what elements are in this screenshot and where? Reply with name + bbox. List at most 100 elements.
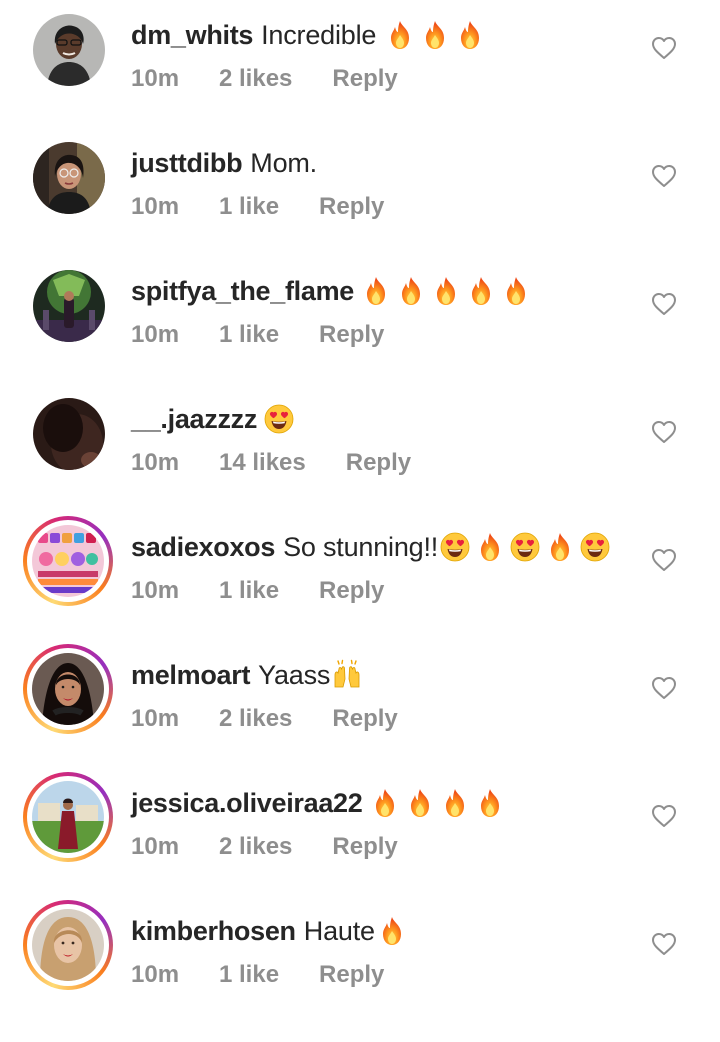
like-heart-icon[interactable] xyxy=(651,164,677,188)
avatar-story-ring[interactable] xyxy=(23,644,113,734)
fire-emoji xyxy=(439,787,471,819)
comment-row: sadiexoxos So stunning!! 10m 1 like Reply xyxy=(0,516,720,658)
avatar[interactable] xyxy=(33,398,105,470)
comment-username[interactable]: __.jaazzzz xyxy=(131,402,257,436)
comment-emojis xyxy=(360,275,535,307)
fire-emoji xyxy=(465,275,497,307)
comment-meta: 10m 1 like Reply xyxy=(131,960,384,990)
comment-text: Incredible xyxy=(261,20,377,50)
fire-emoji xyxy=(430,275,462,307)
comment-emojis xyxy=(384,19,489,51)
comment-meta: 10m 2 likes Reply xyxy=(131,704,398,734)
reply-button[interactable]: Reply xyxy=(332,64,397,94)
comment-likes-count[interactable]: 14 likes xyxy=(219,448,306,478)
avatar[interactable] xyxy=(32,781,104,853)
avatar[interactable] xyxy=(33,270,105,342)
heart-eyes-emoji xyxy=(579,531,611,563)
comment-username[interactable]: sadiexoxos xyxy=(131,530,275,564)
raising-hands-emoji xyxy=(331,659,363,691)
comment-timestamp: 10m xyxy=(131,705,180,732)
comment-meta: 10m 1 like Reply xyxy=(131,192,384,222)
like-heart-icon[interactable] xyxy=(651,420,677,444)
avatar-container[interactable] xyxy=(33,142,105,214)
comment-row: __.jaazzzz 10m 14 likes Reply xyxy=(0,398,720,530)
comment-emojis xyxy=(439,531,614,563)
fire-emoji xyxy=(376,915,408,947)
comment-meta: 10m 2 likes Reply xyxy=(131,832,398,862)
fire-emoji xyxy=(419,19,451,51)
reply-button[interactable]: Reply xyxy=(332,704,397,734)
comment-likes-count[interactable]: 2 likes xyxy=(219,832,292,862)
reply-button[interactable]: Reply xyxy=(319,320,384,350)
comment-timestamp: 10m xyxy=(131,321,180,348)
heart-eyes-emoji xyxy=(509,531,541,563)
comment-body: spitfya_the_flame xyxy=(131,274,535,308)
comment-meta: 10m 2 likes Reply xyxy=(131,64,398,94)
fire-emoji xyxy=(474,531,506,563)
comment-text: Yaass xyxy=(258,660,331,690)
fire-emoji xyxy=(384,19,416,51)
comment-body: jessica.oliveiraa22 xyxy=(131,786,509,820)
comment-username[interactable]: spitfya_the_flame xyxy=(131,274,354,308)
reply-button[interactable]: Reply xyxy=(332,832,397,862)
comment-emojis xyxy=(263,403,298,435)
comment-timestamp: 10m xyxy=(131,449,180,476)
avatar-story-ring[interactable] xyxy=(23,772,113,862)
fire-emoji xyxy=(404,787,436,819)
like-heart-icon[interactable] xyxy=(651,36,677,60)
comment-timestamp: 10m xyxy=(131,577,180,604)
avatar[interactable] xyxy=(32,525,104,597)
fire-emoji xyxy=(395,275,427,307)
avatar-story-ring[interactable] xyxy=(23,516,113,606)
reply-button[interactable]: Reply xyxy=(346,448,411,478)
like-heart-icon[interactable] xyxy=(651,676,677,700)
comment-likes-count[interactable]: 1 like xyxy=(219,960,279,990)
reply-button[interactable]: Reply xyxy=(319,192,384,222)
reply-button[interactable]: Reply xyxy=(319,576,384,606)
comment-likes-count[interactable]: 1 like xyxy=(219,192,279,222)
comment-text: So stunning!! xyxy=(283,532,439,562)
comment-row: dm_whits Incredible 10m 2 likes Reply xyxy=(0,14,720,146)
fire-emoji xyxy=(369,787,401,819)
comments-list: dm_whits Incredible 10m 2 likes Reply justtdi… xyxy=(0,0,720,1000)
comment-likes-count[interactable]: 1 like xyxy=(219,576,279,606)
comment-meta: 10m 14 likes Reply xyxy=(131,448,411,478)
comment-meta: 10m 1 like Reply xyxy=(131,320,384,350)
comment-body: kimberhosen Haute xyxy=(131,914,411,948)
comment-timestamp: 10m xyxy=(131,65,180,92)
comment-timestamp: 10m xyxy=(131,961,180,988)
comment-username[interactable]: jessica.oliveiraa22 xyxy=(131,786,363,820)
avatar[interactable] xyxy=(33,14,105,86)
like-heart-icon[interactable] xyxy=(651,292,677,316)
comment-likes-count[interactable]: 1 like xyxy=(219,320,279,350)
comment-row: melmoart Yaass 10m 2 likes Reply xyxy=(0,644,720,786)
avatar[interactable] xyxy=(32,909,104,981)
avatar[interactable] xyxy=(32,653,104,725)
comment-username[interactable]: dm_whits xyxy=(131,18,253,52)
avatar-container[interactable] xyxy=(33,270,105,342)
comment-row: spitfya_the_flame 10m 1 like Reply xyxy=(0,270,720,402)
comment-username[interactable]: melmoart xyxy=(131,658,250,692)
comment-body: __.jaazzzz xyxy=(131,402,298,436)
avatar[interactable] xyxy=(33,142,105,214)
reply-button[interactable]: Reply xyxy=(319,960,384,990)
like-heart-icon[interactable] xyxy=(651,804,677,828)
avatar-story-ring[interactable] xyxy=(23,900,113,990)
comment-username[interactable]: kimberhosen xyxy=(131,914,296,948)
like-heart-icon[interactable] xyxy=(651,548,677,572)
avatar-container[interactable] xyxy=(33,398,105,470)
comment-emojis xyxy=(369,787,509,819)
heart-eyes-emoji xyxy=(263,403,295,435)
comment-row: justtdibb Mom. 10m 1 like Reply xyxy=(0,142,720,274)
comment-likes-count[interactable]: 2 likes xyxy=(219,704,292,734)
fire-emoji xyxy=(544,531,576,563)
avatar-container[interactable] xyxy=(33,14,105,86)
comment-username[interactable]: justtdibb xyxy=(131,146,243,180)
comment-row: kimberhosen Haute 10m 1 like Reply xyxy=(0,900,720,1042)
comment-body: justtdibb Mom. xyxy=(131,146,317,180)
fire-emoji xyxy=(474,787,506,819)
fire-emoji xyxy=(500,275,532,307)
comment-text: Mom. xyxy=(250,148,317,178)
comment-likes-count[interactable]: 2 likes xyxy=(219,64,292,94)
like-heart-icon[interactable] xyxy=(651,932,677,956)
